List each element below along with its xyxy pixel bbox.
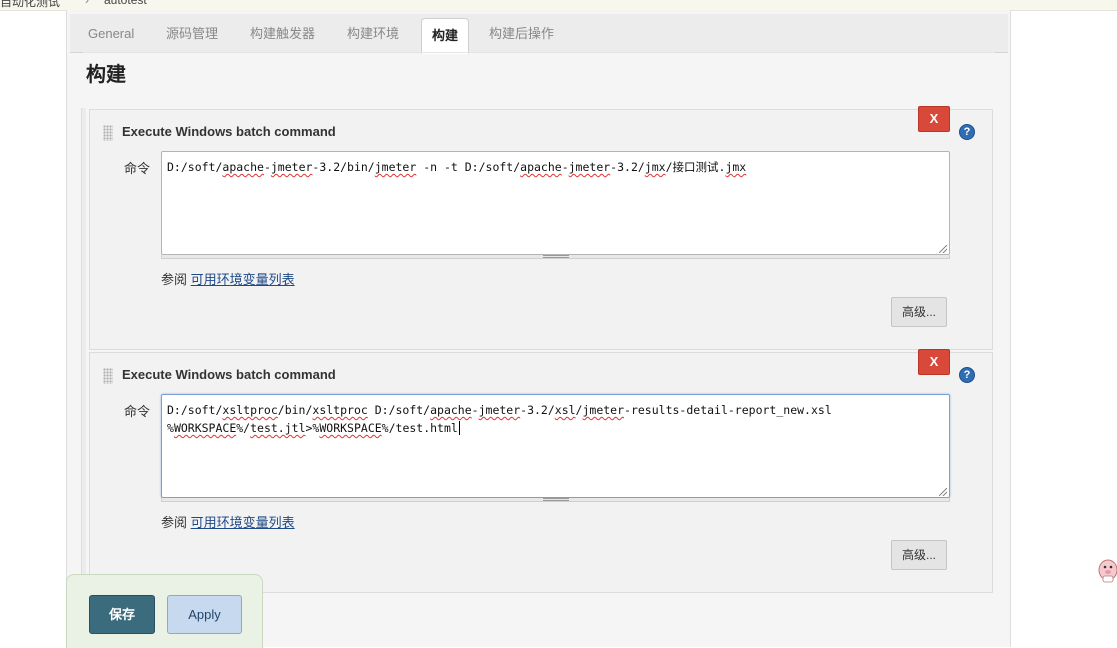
command-line: %WORKSPACE%/test.jtl>%WORKSPACE%/test.ht… bbox=[167, 421, 460, 435]
build-step-2: Execute Windows batch command 命令 D:/soft… bbox=[89, 352, 993, 593]
mascot-icon[interactable] bbox=[1096, 556, 1117, 584]
see-also: 参阅 可用环境变量列表 bbox=[161, 512, 295, 531]
advanced-button[interactable]: 高级... bbox=[891, 540, 947, 570]
config-panel: General 源码管理 构建触发器 构建环境 构建 构建后操作 构建 Exec… bbox=[66, 10, 1011, 648]
textarea-resize-handle[interactable] bbox=[161, 498, 950, 502]
config-tab-bar: General 源码管理 构建触发器 构建环境 构建 构建后操作 bbox=[70, 14, 1008, 54]
tab-build-environment[interactable]: 构建环境 bbox=[337, 17, 409, 51]
section-title: 构建 bbox=[86, 64, 126, 86]
step-title: Execute Windows batch command bbox=[122, 124, 336, 139]
env-vars-link[interactable]: 可用环境变量列表 bbox=[191, 515, 295, 530]
command-line: D:/soft/xsltproc/bin/xsltproc D:/soft/ap… bbox=[167, 403, 832, 417]
command-textarea[interactable]: D:/soft/apache-jmeter-3.2/bin/jmeter -n … bbox=[161, 151, 950, 255]
tab-build-triggers[interactable]: 构建触发器 bbox=[240, 17, 325, 51]
tab-post-build[interactable]: 构建后操作 bbox=[479, 17, 564, 51]
command-line: D:/soft/apache-jmeter-3.2/bin/jmeter -n … bbox=[167, 160, 747, 174]
breadcrumb-separator: › bbox=[85, 0, 89, 7]
apply-button[interactable]: Apply bbox=[167, 595, 242, 634]
env-vars-link[interactable]: 可用环境变量列表 bbox=[191, 272, 295, 287]
command-label: 命令 bbox=[124, 161, 151, 176]
drag-handle-icon[interactable] bbox=[103, 368, 113, 384]
textarea-resize-handle[interactable] bbox=[161, 255, 950, 259]
resize-corner-icon[interactable] bbox=[939, 488, 947, 496]
help-icon[interactable]: ? bbox=[959, 367, 975, 383]
tab-build[interactable]: 构建 bbox=[421, 18, 470, 54]
help-icon[interactable]: ? bbox=[959, 124, 975, 140]
divider bbox=[83, 52, 995, 53]
command-label: 命令 bbox=[124, 404, 151, 419]
tab-general[interactable]: General bbox=[78, 17, 144, 51]
delete-step-button[interactable]: X bbox=[918, 106, 950, 132]
breadcrumb-item-project-group[interactable]: 自动化测试 bbox=[0, 0, 60, 10]
tab-source-control[interactable]: 源码管理 bbox=[156, 17, 228, 51]
delete-step-button[interactable]: X bbox=[918, 349, 950, 375]
see-also-prefix: 参阅 bbox=[161, 272, 188, 287]
command-textarea[interactable]: D:/soft/xsltproc/bin/xsltproc D:/soft/ap… bbox=[161, 394, 950, 498]
save-button[interactable]: 保存 bbox=[89, 595, 155, 634]
step-title: Execute Windows batch command bbox=[122, 367, 336, 382]
breadcrumb-item-job[interactable]: autotest bbox=[104, 0, 147, 7]
advanced-button[interactable]: 高级... bbox=[891, 297, 947, 327]
build-step-1: Execute Windows batch command 命令 D:/soft… bbox=[89, 109, 993, 350]
section-indent-rule bbox=[81, 108, 86, 648]
see-also-prefix: 参阅 bbox=[161, 515, 188, 530]
drag-handle-icon[interactable] bbox=[103, 125, 113, 141]
resize-corner-icon[interactable] bbox=[939, 245, 947, 253]
see-also: 参阅 可用环境变量列表 bbox=[161, 269, 295, 288]
